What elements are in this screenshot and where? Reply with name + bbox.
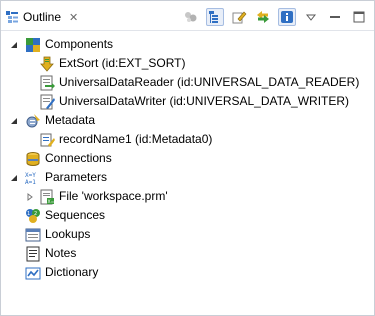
tree-item-label: ExtSort (id:EXT_SORT): [59, 56, 186, 70]
tree-item-label: Dictionary: [45, 265, 99, 279]
tree-item-notes[interactable]: Notes: [1, 244, 374, 263]
tree-item-universal-data-writer[interactable]: UniversalDataWriter (id:UNIVERSAL_DATA_W…: [1, 92, 374, 111]
tree-item-label: Metadata: [45, 113, 96, 127]
tab-outline[interactable]: Outline ✕: [5, 7, 78, 27]
link-icon[interactable]: [254, 8, 272, 26]
expanded-arrow-icon[interactable]: [9, 40, 19, 50]
tree-item-label: UniversalDataWriter (id:UNIVERSAL_DATA_W…: [59, 94, 350, 108]
metadata-icon: [25, 113, 41, 129]
tree-item-dictionary[interactable]: Dictionary: [1, 263, 374, 282]
outline-view: Outline ✕ Components ExtSort (id:EXT_SOR…: [0, 0, 375, 316]
parameters-icon: X=Y A=1: [25, 170, 41, 186]
minimize-icon[interactable]: [326, 8, 344, 26]
connections-icon: [25, 151, 41, 167]
tree-item-sequences[interactable]: 1 2 Sequences: [1, 206, 374, 225]
tree-item-extsort[interactable]: ExtSort (id:EXT_SORT): [1, 54, 374, 73]
svg-text:2: 2: [34, 211, 37, 217]
tree-item-universal-data-reader[interactable]: UniversalDataReader (id:UNIVERSAL_DATA_R…: [1, 73, 374, 92]
tree-item-label: Connections: [45, 151, 112, 165]
view-title: Outline: [23, 10, 62, 24]
tree-item-connections[interactable]: Connections: [1, 149, 374, 168]
svg-text:X=Y: X=Y: [25, 172, 36, 179]
expanded-arrow-icon[interactable]: [9, 116, 19, 126]
tree-item-label: Parameters: [45, 170, 108, 184]
writer-icon: [39, 94, 55, 110]
expanded-arrow-icon[interactable]: [9, 173, 19, 183]
view-toolbar: Outline ✕: [1, 1, 374, 31]
reader-icon: [39, 75, 55, 91]
outline-icon: [5, 10, 19, 24]
components-icon: [25, 37, 41, 53]
tree-item-label: Lookups: [45, 227, 91, 241]
close-icon[interactable]: ✕: [69, 11, 78, 24]
svg-text:X=: X=: [48, 199, 55, 205]
tree-item-label: Sequences: [45, 208, 106, 222]
dictionary-icon: [25, 265, 41, 281]
info-icon[interactable]: [278, 8, 296, 26]
tree-item-label: recordName1 (id:Metadata0): [59, 132, 213, 146]
tree-item-metadata[interactable]: Metadata: [1, 111, 374, 130]
tree-item-workspace-prm[interactable]: X= File 'workspace.prm': [1, 187, 374, 206]
extsort-icon: [39, 56, 55, 72]
lookups-icon: [25, 227, 41, 243]
record-icon: [39, 132, 55, 148]
maximize-icon[interactable]: [350, 8, 368, 26]
tree-item-label: Notes: [45, 246, 77, 260]
parameter-file-icon: X=: [39, 189, 55, 205]
tree-item-lookups[interactable]: Lookups: [1, 225, 374, 244]
edit-icon[interactable]: [230, 8, 248, 26]
notes-icon: [25, 246, 41, 262]
tree-item-components[interactable]: Components: [1, 35, 374, 54]
outline-tree: Components ExtSort (id:EXT_SORT) Univers…: [1, 35, 374, 282]
tree-item-label: File 'workspace.prm': [59, 189, 168, 203]
tree-item-label: Components: [45, 37, 114, 51]
collapsed-arrow-icon[interactable]: [25, 192, 35, 202]
tree-layout-icon[interactable]: [206, 8, 224, 26]
sequences-icon: 1 2: [25, 208, 41, 224]
tree-item-label: UniversalDataReader (id:UNIVERSAL_DATA_R…: [59, 75, 360, 89]
svg-text:A=1: A=1: [25, 179, 36, 186]
sort-icon[interactable]: [182, 8, 200, 26]
svg-text:1: 1: [27, 211, 30, 217]
tree-item-recordname1[interactable]: recordName1 (id:Metadata0): [1, 130, 374, 149]
view-menu-icon[interactable]: [302, 8, 320, 26]
tree-item-parameters[interactable]: X=Y A=1 Parameters: [1, 168, 374, 187]
